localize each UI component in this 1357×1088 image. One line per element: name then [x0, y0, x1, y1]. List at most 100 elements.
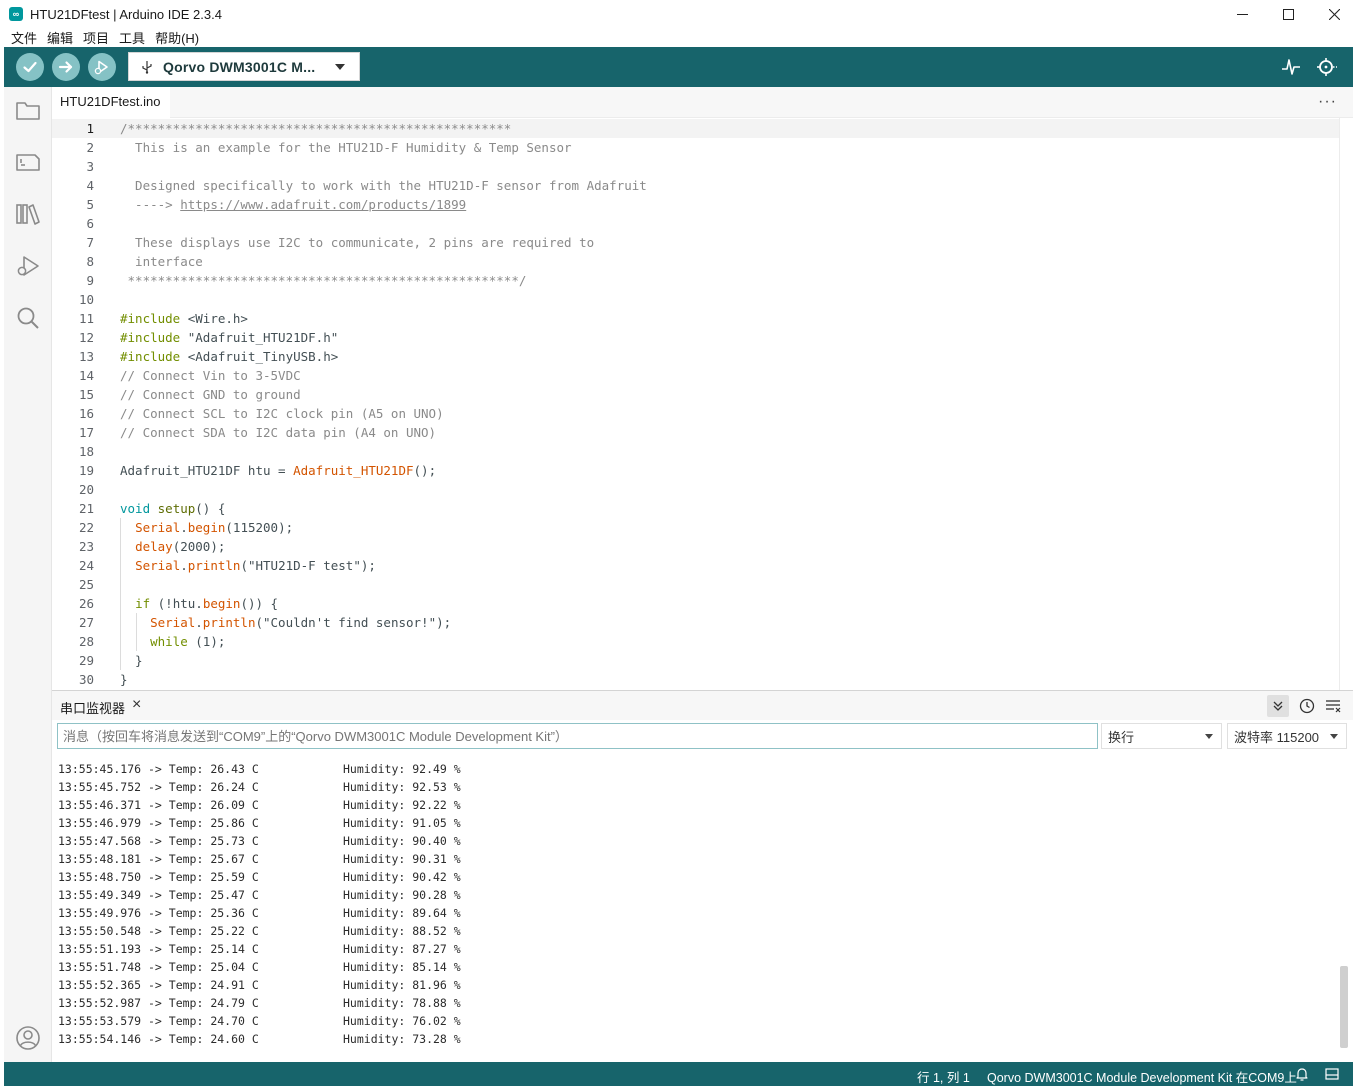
code-token: // Connect SCL to I2C clock pin (A5 on U…: [120, 406, 444, 421]
code-line[interactable]: 9 **************************************…: [52, 271, 1339, 290]
maximize-button[interactable]: [1265, 0, 1311, 28]
output-scrollbar[interactable]: [1339, 758, 1351, 1062]
code-line[interactable]: 16 // Connect SCL to I2C clock pin (A5 on…: [52, 404, 1339, 423]
code-line[interactable]: 5 ----> https://www.adafruit.com/product…: [52, 195, 1339, 214]
chevron-down-icon: [1330, 734, 1338, 739]
line-ending-select[interactable]: 换行: [1101, 723, 1222, 749]
code-editor[interactable]: 1 /**************************************…: [52, 118, 1353, 690]
verify-button[interactable]: [16, 53, 44, 81]
menu-file[interactable]: 文件: [6, 28, 42, 47]
board-port-status[interactable]: Qorvo DWM3001C Module Development Kit 在C…: [987, 1067, 1297, 1086]
debug-panel-button[interactable]: [15, 253, 41, 279]
code-line[interactable]: 6: [52, 214, 1339, 233]
line-number: 2: [86, 140, 94, 155]
serial-message-input[interactable]: [57, 723, 1098, 749]
debug-button[interactable]: [88, 53, 116, 81]
menu-sketch[interactable]: 项目: [78, 28, 114, 47]
code-text: }: [120, 651, 143, 670]
code-token: #include: [120, 311, 181, 326]
library-manager-button[interactable]: [15, 201, 41, 227]
window-titlebar: ∞ HTU21DFtest | Arduino IDE 2.3.4: [0, 0, 1357, 28]
code-token: }: [120, 672, 128, 687]
boards-manager-button[interactable]: [15, 149, 41, 175]
code-line[interactable]: 19 Adafruit_HTU21DF htu = Adafruit_HTU21D…: [52, 461, 1339, 480]
code-token: .: [180, 558, 188, 573]
serial-monitor-tab[interactable]: 串口监视器: [60, 698, 125, 717]
more-actions-icon[interactable]: ···: [1318, 93, 1337, 111]
code-token: ();: [413, 463, 437, 478]
bell-icon[interactable]: [1294, 1066, 1310, 1082]
code-text: // Connect Vin to 3-5VDC: [120, 366, 301, 385]
code-token: #include: [120, 330, 181, 345]
search-button[interactable]: [15, 305, 41, 331]
code-token: These displays use I2C to communicate, 2…: [120, 235, 595, 250]
cursor-position: 行 1, 列 1: [917, 1071, 970, 1085]
menu-help[interactable]: 帮助(H): [150, 28, 204, 47]
code-line[interactable]: 30}: [52, 670, 1339, 689]
debug-icon: [94, 60, 108, 75]
code-token: while: [150, 634, 188, 649]
close-window-button[interactable]: [1311, 0, 1357, 28]
code-line[interactable]: 20: [52, 480, 1339, 499]
toggle-timestamp-button[interactable]: [1296, 695, 1318, 717]
code-line[interactable]: 22 Serial.begin(115200);: [52, 518, 1339, 537]
toggle-autoscroll-button[interactable]: [1267, 695, 1289, 717]
humidity-reading: Humidity: 85.14 %: [343, 960, 461, 974]
board-selector[interactable]: Qorvo DWM3001C M...: [128, 52, 360, 81]
code-line[interactable]: 23 delay(2000);: [52, 537, 1339, 556]
code-token: ---->: [120, 197, 181, 212]
code-line[interactable]: 24 Serial.println("HTU21D-F test");: [52, 556, 1339, 575]
line-number: 17: [78, 425, 94, 440]
serial-output[interactable]: 13:55:45.176 -> Temp: 26.43 C Humidity: 9…: [52, 758, 1339, 1062]
code-line[interactable]: 4 Designed specifically to work with the…: [52, 176, 1339, 195]
code-line[interactable]: 7 These displays use I2C to communicate,…: [52, 233, 1339, 252]
sketchbook-button[interactable]: [15, 97, 41, 123]
code-line[interactable]: 18: [52, 442, 1339, 461]
menu-tools[interactable]: 工具: [114, 28, 150, 47]
editor-tab-bar: HTU21DFtest.ino ···: [52, 87, 1353, 118]
editor-scrollbar[interactable]: [1339, 118, 1353, 690]
menu-edit[interactable]: 编辑: [42, 28, 78, 47]
upload-button[interactable]: [52, 53, 80, 81]
code-token: interface: [120, 254, 203, 269]
line-number: 8: [86, 254, 94, 269]
code-token: Serial: [150, 615, 196, 630]
code-token: Adafruit_HTU21DF htu =: [120, 463, 294, 478]
toggle-autoscroll-icon: [1273, 701, 1283, 711]
code-line[interactable]: 25: [52, 575, 1339, 594]
toggle-panel-icon[interactable]: [1324, 1066, 1340, 1082]
code-line[interactable]: 10: [52, 290, 1339, 309]
code-line[interactable]: 15 // Connect GND to ground: [52, 385, 1339, 404]
serial-output-line: 13:55:50.548 -> Temp: 25.22 C Humidity: 8…: [58, 922, 461, 940]
tab-htu21dftest[interactable]: HTU21DFtest.ino: [52, 87, 171, 118]
close-icon[interactable]: ×: [132, 696, 141, 714]
code-line[interactable]: 28 while (1);: [52, 632, 1339, 651]
code-line[interactable]: 8 interface: [52, 252, 1339, 271]
code-line[interactable]: 11 #include <Wire.h>: [52, 309, 1339, 328]
code-line[interactable]: 21 void setup() {: [52, 499, 1339, 518]
minimize-button[interactable]: [1219, 0, 1265, 28]
code-line[interactable]: 13 #include <Adafruit_TinyUSB.h>: [52, 347, 1339, 366]
code-line[interactable]: 14 // Connect Vin to 3-5VDC: [52, 366, 1339, 385]
code-line[interactable]: 27 Serial.println("Couldn't find sensor!…: [52, 613, 1339, 632]
serial-monitor-button[interactable]: [1316, 56, 1338, 78]
code-line[interactable]: 26 if (!htu.begin()) {: [52, 594, 1339, 613]
serial-plotter-button[interactable]: [1280, 56, 1302, 78]
line-number: 21: [78, 501, 94, 516]
code-token: (!htu.: [150, 596, 203, 611]
code-link[interactable]: https://www.adafruit.com/products/1899: [180, 197, 466, 212]
code-line[interactable]: 3: [52, 157, 1339, 176]
code-line[interactable]: 12 #include "Adafruit_HTU21DF.h": [52, 328, 1339, 347]
code-line[interactable]: 1 /**************************************…: [52, 119, 1339, 138]
code-token: // Connect GND to ground: [120, 387, 301, 402]
account-button[interactable]: [15, 1025, 41, 1051]
output-scrollbar-thumb[interactable]: [1340, 966, 1348, 1048]
code-token: (2000);: [172, 539, 226, 554]
code-line[interactable]: 29 }: [52, 651, 1339, 670]
code-line[interactable]: 2 This is an example for the HTU21D-F Hu…: [52, 138, 1339, 157]
clear-output-button[interactable]: [1322, 695, 1344, 717]
baud-rate-select[interactable]: 波特率 115200: [1227, 723, 1347, 749]
code-line[interactable]: 17 // Connect SDA to I2C data pin (A4 on …: [52, 423, 1339, 442]
code-token: .: [180, 520, 188, 535]
